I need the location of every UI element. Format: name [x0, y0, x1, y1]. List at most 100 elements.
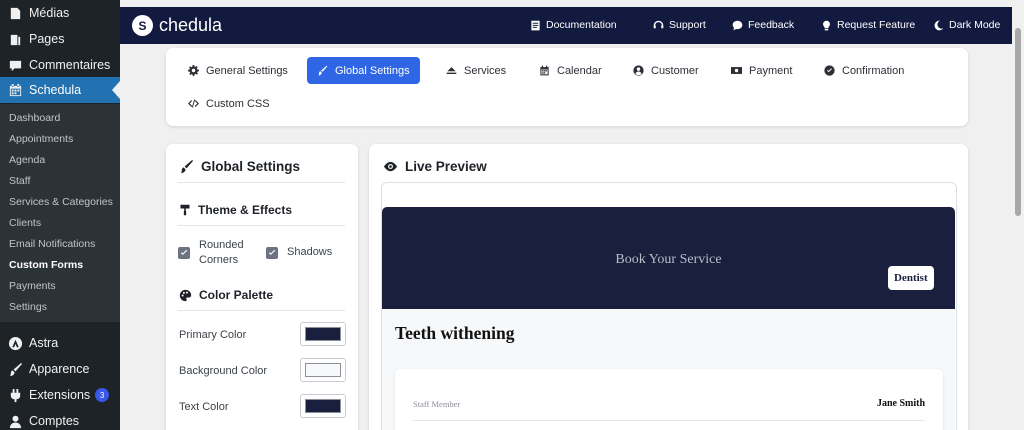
preview-service-name: Teeth withening	[395, 323, 515, 343]
rounded-label-line1: Rounded	[199, 239, 244, 251]
theme-effects-title: Theme & Effects	[179, 203, 292, 217]
preview-details-card: Staff Member Jane Smith	[395, 369, 943, 430]
app-root: Médias Pages Commentaires Schedula Dashb…	[0, 0, 1024, 430]
chat-icon	[732, 20, 743, 30]
header-link-label: Dark Mode	[949, 19, 1001, 31]
submenu-appointments[interactable]: Appointments	[9, 133, 73, 145]
header-link-label: Support	[669, 19, 706, 31]
shadows-label: Shadows	[287, 246, 333, 258]
submenu-services-categories[interactable]: Services & Categories	[9, 196, 113, 208]
lightbulb-icon	[823, 20, 830, 30]
tab-label: Payment	[749, 64, 793, 77]
checkbox-checked[interactable]	[266, 246, 278, 259]
page-scrollbar[interactable]	[1012, 0, 1024, 430]
wp-menu-pages[interactable]: Pages	[0, 26, 120, 52]
submenu-clients[interactable]: Clients	[9, 217, 41, 229]
calendar-icon	[540, 65, 549, 76]
eye-icon	[383, 161, 398, 172]
wp-menu-astra[interactable]: Astra	[0, 330, 120, 356]
text-color-swatch	[305, 399, 341, 413]
header-feedback-link[interactable]: Feedback	[732, 19, 794, 31]
text-color-label: Text Color	[179, 401, 229, 413]
moon-icon	[934, 20, 944, 30]
submenu-email-notifications[interactable]: Email Notifications	[9, 238, 95, 250]
tab-calendar[interactable]: Calendar	[529, 57, 612, 84]
submenu-agenda[interactable]: Agenda	[9, 154, 45, 166]
wp-menu-label: Extensions	[29, 388, 91, 402]
wp-menu-schedula[interactable]: Schedula	[0, 77, 120, 103]
wp-menu-apparence[interactable]: Apparence	[0, 356, 120, 382]
divider	[178, 310, 345, 311]
wp-menu-comments[interactable]: Commentaires	[0, 52, 120, 78]
theme-effects-title-text: Theme & Effects	[198, 203, 293, 217]
tab-label: General Settings	[206, 64, 288, 77]
tab-global-settings[interactable]: Global Settings	[307, 57, 420, 84]
document-icon	[531, 20, 540, 30]
header-request-feature-link[interactable]: Request Feature	[821, 19, 915, 31]
divider	[413, 420, 925, 421]
comments-icon	[6, 56, 24, 74]
tab-label: Customer	[651, 64, 699, 77]
preview-category-badge: Dentist	[888, 266, 934, 290]
divider	[178, 225, 345, 226]
brush-icon	[6, 360, 24, 378]
preview-hero-banner: Book Your Service Dentist	[382, 207, 955, 309]
header-dark-mode-toggle[interactable]: Dark Mode	[933, 19, 1000, 31]
wp-menu-label: Schedula	[29, 83, 82, 97]
global-settings-title: Global Settings	[179, 159, 300, 174]
wp-menu-extensions[interactable]: Extensions 3	[0, 382, 120, 408]
tab-customer[interactable]: Customer	[623, 57, 709, 84]
wp-menu-label: Astra	[29, 336, 59, 350]
primary-color-swatch	[305, 327, 341, 341]
tab-services[interactable]: Services	[436, 57, 516, 84]
header-support-link[interactable]: Support	[653, 19, 706, 31]
media-icon	[6, 4, 24, 22]
pages-icon	[6, 30, 24, 48]
checkbox-checked[interactable]	[178, 247, 190, 259]
header-documentation-link[interactable]: Documentation	[530, 19, 617, 31]
wp-menu-comptes[interactable]: Comptes	[0, 408, 120, 430]
tab-label: Global Settings	[335, 64, 410, 77]
tab-general-settings[interactable]: General Settings	[178, 57, 298, 84]
wp-menu-label: Médias	[29, 6, 70, 20]
primary-color-label: Primary Color	[179, 329, 247, 341]
header-link-label: Feedback	[748, 19, 795, 31]
tab-custom-css[interactable]: Custom CSS	[178, 90, 280, 117]
brand[interactable]: S chedula	[132, 15, 222, 36]
tab-label: Confirmation	[842, 64, 905, 77]
submenu-custom-forms[interactable]: Custom Forms	[9, 259, 83, 271]
live-preview-title: Live Preview	[383, 159, 487, 174]
wp-menu-label: Commentaires	[29, 58, 111, 72]
submenu-dashboard[interactable]: Dashboard	[9, 112, 60, 124]
wp-menu-media[interactable]: Médias	[0, 0, 120, 26]
tab-confirmation[interactable]: Confirmation	[814, 57, 914, 84]
settings-tabs-card: General Settings Global Settings Service…	[166, 48, 968, 126]
active-menu-arrow	[112, 81, 120, 99]
shadows-checkbox[interactable]: Shadows	[266, 245, 332, 260]
rounded-corners-checkbox[interactable]: Rounded Corners	[178, 238, 244, 268]
primary-color-picker[interactable]	[300, 322, 346, 346]
plugin-icon	[6, 386, 24, 404]
header-link-label: Documentation	[546, 19, 617, 31]
submenu-settings[interactable]: Settings	[9, 301, 47, 313]
astra-icon	[6, 334, 24, 352]
background-color-picker[interactable]	[300, 358, 346, 382]
color-palette-title-text: Color Palette	[199, 288, 274, 302]
wp-admin-sidebar: Médias Pages Commentaires Schedula Dashb…	[0, 0, 120, 430]
preview-body: Teeth withening Staff Member Jane Smith	[382, 309, 955, 430]
gear-icon	[188, 65, 199, 76]
tab-payment[interactable]: Payment	[721, 57, 802, 84]
submenu-staff[interactable]: Staff	[9, 175, 30, 187]
app-header: S chedula Documentation Support Feedback…	[120, 7, 1012, 44]
code-icon	[188, 99, 199, 108]
brand-logo: S	[132, 15, 153, 36]
support-icon	[653, 20, 664, 28]
wp-menu-label: Apparence	[29, 362, 90, 376]
submenu-payments[interactable]: Payments	[9, 280, 56, 292]
global-settings-panel: Global Settings Theme & Effects Rounded C…	[166, 144, 358, 430]
text-color-picker[interactable]	[300, 394, 346, 418]
scrollbar-thumb[interactable]	[1015, 28, 1021, 216]
live-preview-title-text: Live Preview	[405, 159, 487, 174]
extensions-update-badge: 3	[95, 388, 110, 402]
user-circle-icon	[633, 65, 644, 76]
